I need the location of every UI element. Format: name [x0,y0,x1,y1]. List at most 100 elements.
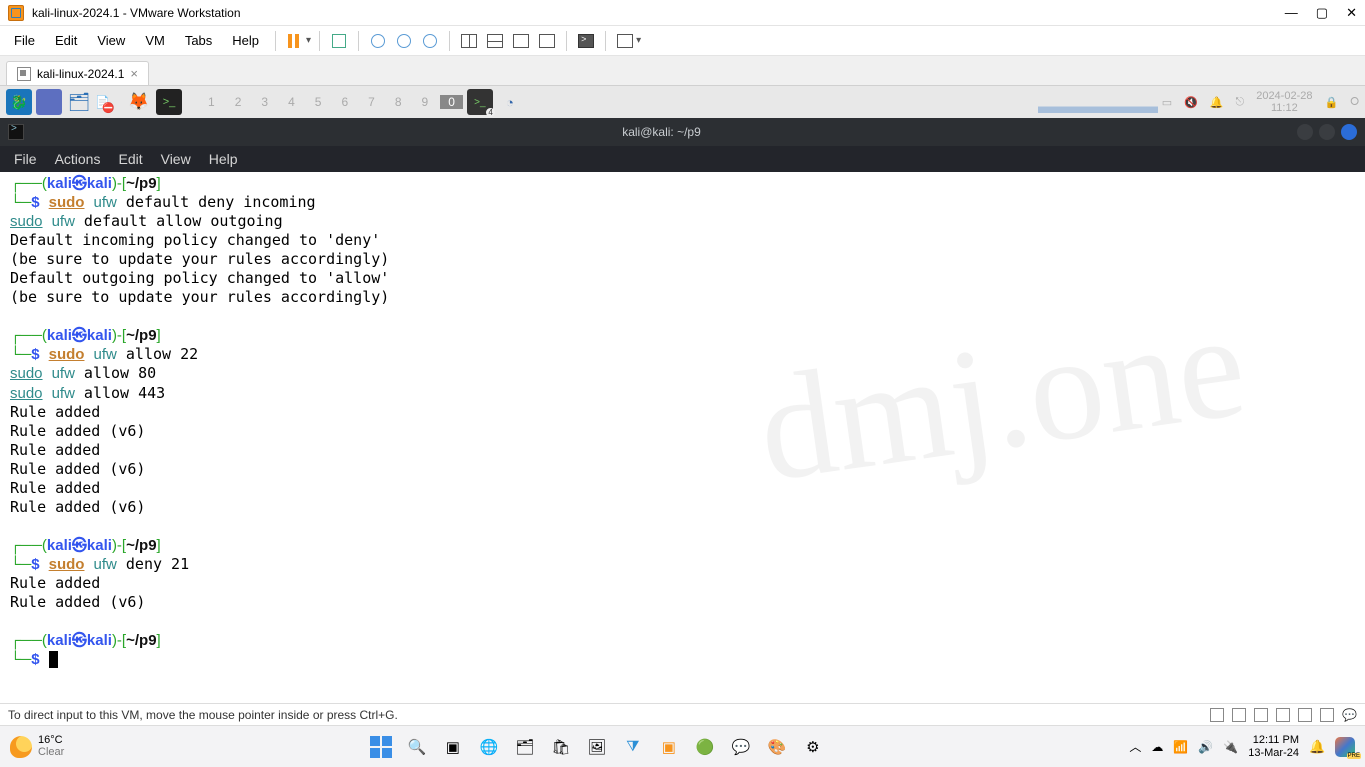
menu-file[interactable]: File [6,29,43,52]
term-menu-file[interactable]: File [14,151,37,167]
workspace-1[interactable]: 1 [200,95,223,109]
network-icon[interactable]: ⎋ [1236,96,1245,109]
snapshot-manage-button[interactable] [419,30,441,52]
menu-tabs[interactable]: Tabs [177,29,220,52]
app-icon-1[interactable]: 🎨 [764,734,790,760]
device-net-icon[interactable] [1254,708,1268,722]
weather-temp: 16°C [38,735,64,747]
kali-menu-icon[interactable]: 🐉 [6,89,32,115]
fullscreen-button[interactable] [575,30,597,52]
whatsapp-icon[interactable]: 💬 [728,734,754,760]
menu-vm[interactable]: VM [137,29,173,52]
onedrive-icon[interactable]: ☁ [1151,740,1163,754]
minimize-button[interactable]: — [1285,5,1298,21]
workspace-3[interactable]: 3 [253,95,276,109]
send-ctrl-alt-del-button[interactable] [328,30,350,52]
store-icon[interactable]: 🛍 [548,734,574,760]
message-log-icon[interactable]: 💬 [1342,708,1357,722]
device-cd-icon[interactable] [1232,708,1246,722]
device-hdd-icon[interactable] [1210,708,1224,722]
lock-icon[interactable]: 🔒 [1324,96,1338,109]
volume-icon[interactable]: 🔇 [1184,96,1198,109]
cpu-graph-icon [1038,97,1158,113]
vm-tab-close-button[interactable]: × [130,66,138,81]
workspace-0[interactable]: 0 [440,95,463,109]
menu-help[interactable]: Help [224,29,267,52]
workspace-8[interactable]: 8 [387,95,410,109]
pause-vm-button[interactable] [284,30,306,52]
vm-tab-icon [17,67,31,81]
terminal-minimize-button[interactable] [1297,124,1313,140]
term-menu-actions[interactable]: Actions [55,151,101,167]
taskbar-terminal-icon[interactable]: >_4 [467,89,493,115]
close-button[interactable]: ✕ [1346,5,1357,21]
workspace-5[interactable]: 5 [307,95,330,109]
layout-thumb-button[interactable] [510,30,532,52]
text-editor-icon[interactable]: 📄⛔ [96,89,122,115]
edge-icon[interactable]: 🌐 [476,734,502,760]
record-icon[interactable]: ▭ [1162,96,1172,109]
search-button[interactable]: 🔍 [404,734,430,760]
stretch-dropdown-icon[interactable]: ▾ [636,35,641,46]
vmware-title-bar: kali-linux-2024.1 - VMware Workstation —… [0,0,1365,26]
stretch-button[interactable] [614,30,636,52]
copilot-icon[interactable] [1335,737,1355,757]
photos-icon[interactable]: 🖼 [584,734,610,760]
terminal-title-bar[interactable]: kali@kali: ~/p9 [0,118,1365,146]
notifications-button[interactable] [1309,739,1325,755]
start-button[interactable] [368,734,394,760]
firefox-icon[interactable]: 🦊 [126,89,152,115]
wifi-icon[interactable]: 📶 [1173,740,1188,754]
snapshot-take-button[interactable] [367,30,389,52]
device-usb-icon[interactable] [1276,708,1290,722]
window-title: kali-linux-2024.1 - VMware Workstation [32,6,241,20]
settings-icon[interactable]: ⚙ [800,734,826,760]
workspace-2[interactable]: 2 [227,95,250,109]
terminal-launcher-icon[interactable]: >_ [156,89,182,115]
workspace-7[interactable]: 7 [360,95,383,109]
workspace-6[interactable]: 6 [333,95,356,109]
power-dropdown-icon[interactable]: ▾ [306,35,311,46]
power-icon[interactable]: ⭘ [1350,96,1359,109]
layout-split-button[interactable] [484,30,506,52]
term-menu-view[interactable]: View [161,151,191,167]
terminal-body[interactable]: dmj.one┌──(kali㉿kali)-[~/p9] └─$ sudo uf… [0,172,1365,703]
layout-unity-button[interactable] [536,30,558,52]
explorer-icon[interactable]: 🗂 [512,734,538,760]
workspace-4[interactable]: 4 [280,95,303,109]
menu-edit[interactable]: Edit [47,29,85,52]
file-manager-icon[interactable]: 🗂 [66,89,92,115]
vmware-status-bar: To direct input to this VM, move the mou… [0,703,1365,725]
watermark-text: dmj.one [747,269,1256,525]
kali-top-panel: 🐉 🗂 📄⛔ 🦊 >_ 1 2 3 4 5 6 7 8 9 0 >_4 ◔ ▭ … [0,86,1365,118]
weather-icon [10,736,32,758]
notification-icon[interactable]: 🔔 [1210,96,1224,109]
weather-widget[interactable]: 16°C Clear [10,735,64,758]
vm-tab-kali[interactable]: kali-linux-2024.1 × [6,61,149,85]
vmware-taskbar-icon[interactable]: ▣ [656,734,682,760]
tray-volume-icon[interactable]: 🔊 [1198,740,1213,754]
menu-view[interactable]: View [89,29,133,52]
term-menu-help[interactable]: Help [209,151,238,167]
task-view-button[interactable]: ▣ [440,734,466,760]
layout-single-button[interactable] [458,30,480,52]
vscode-icon[interactable]: ⧩ [620,734,646,760]
taskbar-app-icon[interactable]: ◔ [497,89,523,115]
terminal-title-icon [8,124,24,140]
terminal-window: kali@kali: ~/p9 File Actions Edit View H… [0,118,1365,703]
device-sound-icon[interactable] [1298,708,1312,722]
maximize-button[interactable]: ▢ [1316,5,1328,21]
device-printer-icon[interactable] [1320,708,1334,722]
terminal-title-text: kali@kali: ~/p9 [32,125,1291,139]
chrome-icon[interactable]: 🟢 [692,734,718,760]
snapshot-revert-button[interactable] [393,30,415,52]
taskbar-clock[interactable]: 12:11 PM 13-Mar-24 [1248,734,1299,758]
panel-clock[interactable]: 2024-02-28 11:12 [1256,90,1312,114]
terminal-maximize-button[interactable] [1319,124,1335,140]
battery-icon[interactable]: 🔌 [1223,740,1238,754]
term-menu-edit[interactable]: Edit [118,151,142,167]
tray-chevron-icon[interactable]: ︿ [1129,738,1141,755]
workspace-9[interactable]: 9 [414,95,437,109]
terminal-close-button[interactable] [1341,124,1357,140]
desktop-icon[interactable] [36,89,62,115]
